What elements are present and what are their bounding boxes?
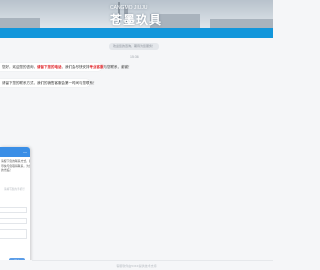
header-banner: CANGMO JIUJU 苍墨玖具 (0, 0, 273, 28)
message-text: 请留下您的联系方式，我们的销售客服会第一时间与您联系！ (2, 81, 97, 85)
footer: 客服软件由53KF提供技术支持 (0, 260, 273, 270)
message-highlight: 请留下您的电话 (37, 65, 62, 69)
phone-input[interactable] (0, 217, 27, 224)
message-timestamp: 15:36 (130, 55, 139, 59)
minimize-button[interactable]: — (23, 149, 27, 154)
lead-form-popup: — 请留下您的联系方式，我们的客服人员会 尽快与您取得联系，为您提供报价，期待您… (0, 147, 30, 268)
input-divider (32, 260, 273, 261)
powered-by: 客服软件由53KF提供技术支持 (116, 264, 157, 268)
phone-hint: 请填写您的手机号 (4, 188, 25, 191)
title-bar (0, 28, 273, 38)
brand-logo-sub: CANGMO JIUJU (110, 5, 148, 11)
system-notice: 欢迎您的咨询，期待为您服务！ (109, 43, 160, 50)
message-text: 您好，欢迎您的咨询， (2, 65, 37, 69)
agent-message: 您好，欢迎您的咨询，请留下您的电话，我们会尽快安排专业客服与您联系，谢谢！ (0, 63, 132, 71)
message-text: 与您联系，谢谢！ (103, 65, 132, 69)
message-text: ，我们会尽快安排 (61, 65, 90, 69)
chat-window: CANGMO JIUJU 苍墨玖具 欢迎您的咨询，期待为您服务！ 15:36 您… (0, 0, 273, 270)
brand-logo: CANGMO JIUJU 苍墨玖具 (110, 5, 162, 28)
message-highlight: 专业客服 (89, 65, 104, 69)
name-input[interactable] (0, 206, 27, 213)
description-line: 的光临！ (1, 168, 13, 172)
lead-form-description: 请留下您的联系方式，我们的客服人员会 尽快与您取得联系，为您提供报价，期待您 的… (0, 157, 30, 173)
lead-form-header: — (0, 147, 30, 157)
building-graphic (0, 18, 40, 28)
building-graphic (210, 19, 273, 28)
message-input[interactable] (0, 228, 27, 239)
description-line: 请留下您的联系方式，我们的客服人员会 (1, 159, 30, 163)
agent-message: 请留下您的联系方式，我们的销售客服会第一时间与您联系！ (0, 79, 97, 87)
message-list[interactable]: 欢迎您的咨询，期待为您服务！ 15:36 您好，欢迎您的咨询，请留下您的电话，我… (0, 38, 273, 260)
brand-logo-main: 苍墨玖具 (110, 13, 163, 27)
